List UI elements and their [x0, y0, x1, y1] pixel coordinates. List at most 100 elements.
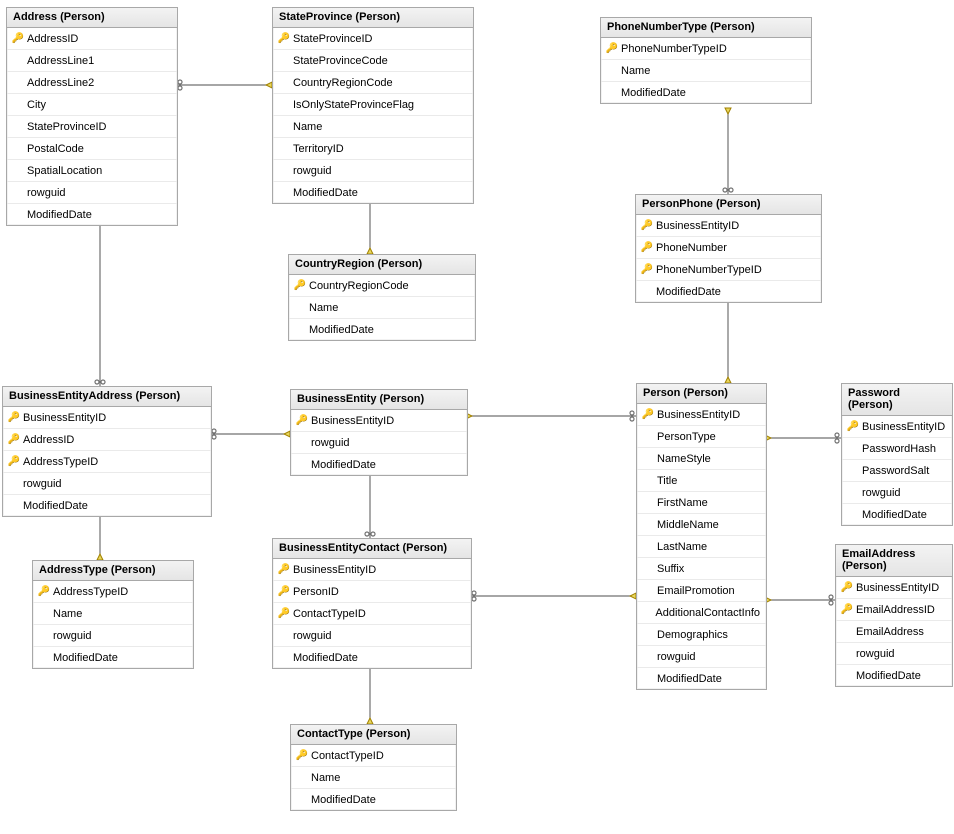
- table-column[interactable]: ModifiedDate: [33, 647, 193, 668]
- table-column[interactable]: Name: [33, 603, 193, 625]
- table-column[interactable]: City: [7, 94, 177, 116]
- table-column[interactable]: 🔑ContactTypeID: [273, 603, 471, 625]
- table-column[interactable]: rowguid: [291, 432, 467, 454]
- table-header: BusinessEntityAddress (Person): [3, 387, 211, 407]
- table-column[interactable]: 🔑StateProvinceID: [273, 28, 473, 50]
- table-stateprovince[interactable]: StateProvince (Person) 🔑StateProvinceIDS…: [272, 7, 474, 204]
- column-name: AddressLine2: [25, 77, 94, 89]
- table-column[interactable]: AdditionalContactInfo: [637, 602, 766, 624]
- table-column[interactable]: rowguid: [33, 625, 193, 647]
- table-column[interactable]: 🔑AddressTypeID: [33, 581, 193, 603]
- table-column[interactable]: ModifiedDate: [637, 668, 766, 689]
- column-name: Demographics: [655, 629, 728, 641]
- key-icon: 🔑: [277, 586, 291, 597]
- table-address[interactable]: Address (Person) 🔑AddressIDAddressLine1A…: [6, 7, 178, 226]
- table-column[interactable]: StateProvinceCode: [273, 50, 473, 72]
- table-column[interactable]: ModifiedDate: [7, 204, 177, 225]
- table-column[interactable]: AddressLine2: [7, 72, 177, 94]
- table-column[interactable]: ModifiedDate: [842, 504, 952, 525]
- table-column[interactable]: 🔑EmailAddressID: [836, 599, 952, 621]
- table-column[interactable]: 🔑ContactTypeID: [291, 745, 456, 767]
- table-column[interactable]: StateProvinceID: [7, 116, 177, 138]
- table-businessentity[interactable]: BusinessEntity (Person) 🔑BusinessEntityI…: [290, 389, 468, 476]
- table-column[interactable]: rowguid: [273, 625, 471, 647]
- column-name: BusinessEntityID: [655, 409, 740, 421]
- table-column[interactable]: 🔑PersonID: [273, 581, 471, 603]
- table-countryregion[interactable]: CountryRegion (Person) 🔑CountryRegionCod…: [288, 254, 476, 341]
- table-column[interactable]: ModifiedDate: [291, 789, 456, 810]
- table-column[interactable]: PasswordHash: [842, 438, 952, 460]
- table-column[interactable]: 🔑BusinessEntityID: [3, 407, 211, 429]
- table-contacttype[interactable]: ContactType (Person) 🔑ContactTypeIDNameM…: [290, 724, 457, 811]
- table-column[interactable]: 🔑BusinessEntityID: [836, 577, 952, 599]
- table-column[interactable]: PersonType: [637, 426, 766, 448]
- table-column[interactable]: Name: [289, 297, 475, 319]
- table-password[interactable]: Password (Person) 🔑BusinessEntityIDPassw…: [841, 383, 953, 526]
- table-column[interactable]: 🔑AddressID: [3, 429, 211, 451]
- table-column[interactable]: LastName: [637, 536, 766, 558]
- table-column[interactable]: Demographics: [637, 624, 766, 646]
- table-column[interactable]: rowguid: [3, 473, 211, 495]
- table-column[interactable]: rowguid: [7, 182, 177, 204]
- table-column[interactable]: 🔑PhoneNumberTypeID: [636, 259, 821, 281]
- table-column[interactable]: 🔑BusinessEntityID: [637, 404, 766, 426]
- table-emailaddress[interactable]: EmailAddress (Person) 🔑BusinessEntityID🔑…: [835, 544, 953, 687]
- table-column[interactable]: NameStyle: [637, 448, 766, 470]
- table-column[interactable]: rowguid: [637, 646, 766, 668]
- column-name: ModifiedDate: [291, 652, 358, 664]
- table-column[interactable]: Name: [273, 116, 473, 138]
- table-column[interactable]: 🔑CountryRegionCode: [289, 275, 475, 297]
- table-column[interactable]: Name: [291, 767, 456, 789]
- table-column[interactable]: 🔑BusinessEntityID: [291, 410, 467, 432]
- column-name: EmailAddress: [854, 626, 924, 638]
- table-column[interactable]: AddressLine1: [7, 50, 177, 72]
- table-businessentitycontact[interactable]: BusinessEntityContact (Person) 🔑Business…: [272, 538, 472, 669]
- table-column[interactable]: PasswordSalt: [842, 460, 952, 482]
- table-column[interactable]: EmailPromotion: [637, 580, 766, 602]
- column-name: MiddleName: [655, 519, 719, 531]
- table-column[interactable]: ModifiedDate: [836, 665, 952, 686]
- table-column[interactable]: ModifiedDate: [3, 495, 211, 516]
- table-phonenumbertype[interactable]: PhoneNumberType (Person) 🔑PhoneNumberTyp…: [600, 17, 812, 104]
- table-column[interactable]: EmailAddress: [836, 621, 952, 643]
- table-column[interactable]: FirstName: [637, 492, 766, 514]
- table-column[interactable]: ModifiedDate: [636, 281, 821, 302]
- column-name: rowguid: [854, 648, 895, 660]
- table-header: BusinessEntityContact (Person): [273, 539, 471, 559]
- table-column[interactable]: ModifiedDate: [601, 82, 811, 103]
- table-column[interactable]: 🔑BusinessEntityID: [842, 416, 952, 438]
- table-person[interactable]: Person (Person) 🔑BusinessEntityIDPersonT…: [636, 383, 767, 690]
- column-name: ModifiedDate: [854, 670, 921, 682]
- column-name: BusinessEntityID: [21, 412, 106, 424]
- table-column[interactable]: 🔑AddressTypeID: [3, 451, 211, 473]
- key-icon: 🔑: [7, 434, 21, 445]
- table-column[interactable]: MiddleName: [637, 514, 766, 536]
- table-column[interactable]: IsOnlyStateProvinceFlag: [273, 94, 473, 116]
- table-column[interactable]: rowguid: [836, 643, 952, 665]
- table-column[interactable]: Name: [601, 60, 811, 82]
- table-column[interactable]: ModifiedDate: [273, 647, 471, 668]
- table-column[interactable]: CountryRegionCode: [273, 72, 473, 94]
- column-name: StateProvinceID: [291, 33, 372, 45]
- table-column[interactable]: 🔑PhoneNumberTypeID: [601, 38, 811, 60]
- table-column[interactable]: TerritoryID: [273, 138, 473, 160]
- key-icon: 🔑: [640, 264, 654, 275]
- table-addresstype[interactable]: AddressType (Person) 🔑AddressTypeIDNamer…: [32, 560, 194, 669]
- table-column[interactable]: SpatialLocation: [7, 160, 177, 182]
- table-column[interactable]: rowguid: [273, 160, 473, 182]
- table-column[interactable]: 🔑AddressID: [7, 28, 177, 50]
- table-personphone[interactable]: PersonPhone (Person) 🔑BusinessEntityID🔑P…: [635, 194, 822, 303]
- table-column[interactable]: rowguid: [842, 482, 952, 504]
- table-column[interactable]: ModifiedDate: [289, 319, 475, 340]
- column-name: AddressID: [25, 33, 78, 45]
- table-column[interactable]: PostalCode: [7, 138, 177, 160]
- column-name: IsOnlyStateProvinceFlag: [291, 99, 414, 111]
- table-column[interactable]: ModifiedDate: [291, 454, 467, 475]
- table-column[interactable]: Suffix: [637, 558, 766, 580]
- table-column[interactable]: Title: [637, 470, 766, 492]
- table-column[interactable]: 🔑BusinessEntityID: [636, 215, 821, 237]
- table-businessentityaddress[interactable]: BusinessEntityAddress (Person) 🔑Business…: [2, 386, 212, 517]
- table-column[interactable]: 🔑BusinessEntityID: [273, 559, 471, 581]
- table-column[interactable]: ModifiedDate: [273, 182, 473, 203]
- table-column[interactable]: 🔑PhoneNumber: [636, 237, 821, 259]
